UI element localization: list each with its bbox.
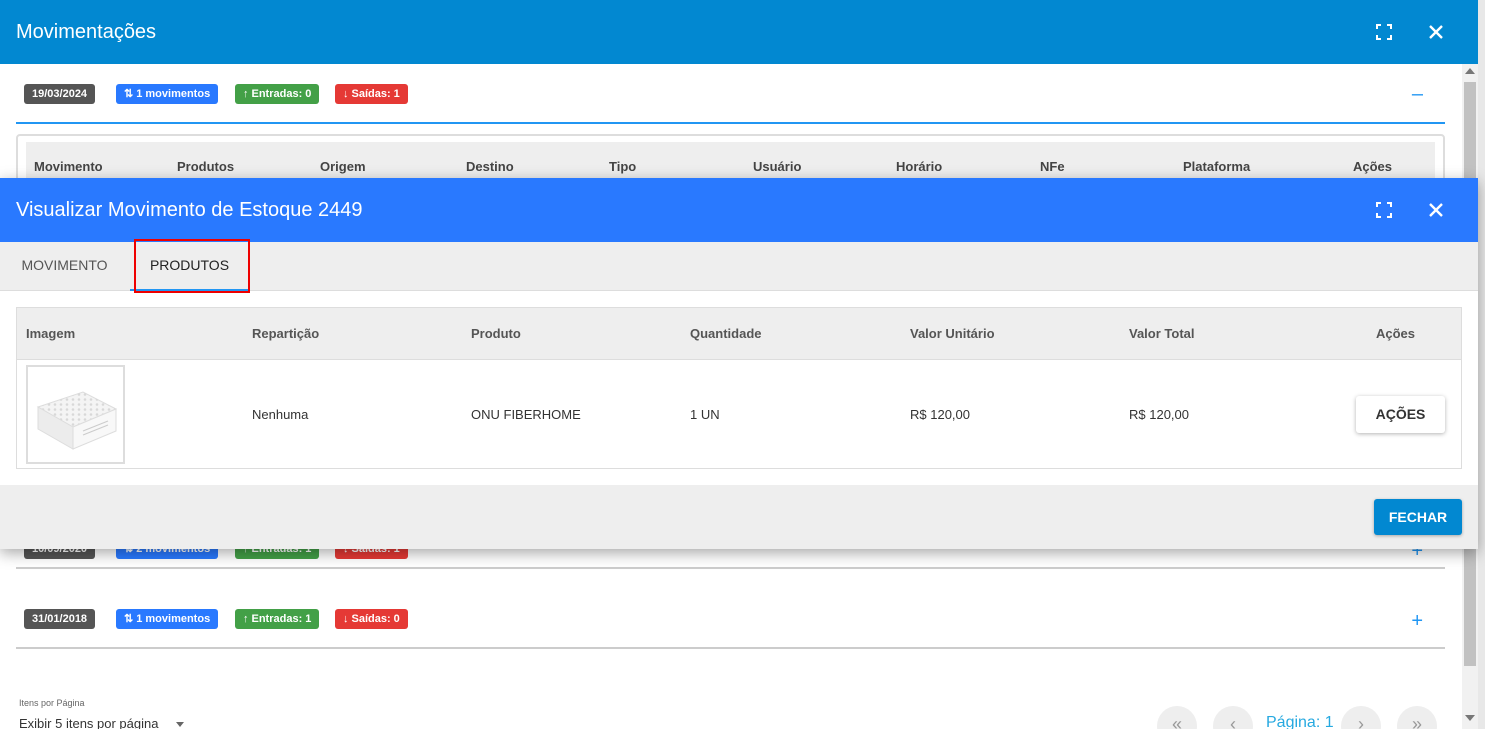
- column-header: Imagem: [26, 326, 76, 341]
- close-icon[interactable]: [1424, 20, 1448, 44]
- division-cell: Nenhuma: [252, 407, 309, 422]
- items-per-page-label: Itens por Página: [19, 698, 85, 708]
- column-header: Valor Total: [1129, 326, 1195, 341]
- last-page-button[interactable]: »: [1397, 706, 1437, 729]
- exits-badge: ↓ Saídas: 1: [335, 84, 408, 104]
- scroll-down-icon[interactable]: [1465, 715, 1475, 721]
- movements-header: Movimentações: [0, 0, 1478, 64]
- column-header: Plataforma: [1183, 159, 1251, 174]
- arrow-down-icon: ↓: [343, 613, 349, 625]
- exits-badge: ↓ Saídas: 0: [335, 609, 408, 629]
- column-header: NFe: [1040, 159, 1065, 174]
- scroll-up-icon[interactable]: [1465, 68, 1475, 74]
- fullscreen-icon[interactable]: [1372, 198, 1396, 222]
- product-cell: ONU FIBERHOME: [471, 407, 581, 422]
- column-header: Produto: [471, 326, 521, 341]
- column-header: Tipo: [609, 159, 637, 174]
- tab-produtos[interactable]: PRODUTOS: [130, 242, 249, 291]
- page-indicator: Página: 1: [1266, 714, 1334, 729]
- close-button[interactable]: FECHAR: [1374, 499, 1462, 535]
- column-header: Repartição: [252, 326, 320, 341]
- column-header: Valor Unitário: [910, 326, 995, 341]
- product-image: [26, 365, 125, 464]
- dialog-header: Visualizar Movimento de Estoque 2449: [0, 178, 1478, 242]
- date-badge: 19/03/2024: [24, 84, 96, 104]
- column-header: Ações: [1376, 326, 1416, 341]
- items-per-page-select[interactable]: Exibir 5 itens por página: [19, 716, 185, 729]
- column-header: Quantidade: [690, 326, 762, 341]
- next-page-button[interactable]: ›: [1341, 706, 1381, 729]
- first-page-button[interactable]: «: [1157, 706, 1197, 729]
- products-table: Imagem Repartição Produto Quantidade Val…: [16, 307, 1462, 469]
- quantity-cell: 1 UN: [690, 407, 720, 422]
- fullscreen-icon[interactable]: [1372, 20, 1396, 44]
- day-row[interactable]: 31/01/2018 ⇅ 1 movimentos ↑ Entradas: 1 ↓ S…: [16, 609, 1445, 649]
- dialog-footer: FECHAR: [0, 485, 1478, 549]
- movements-badge: ⇅ 1 movimentos: [116, 609, 219, 629]
- movements-title: Movimentações: [16, 21, 157, 43]
- actions-button[interactable]: AÇÕES: [1356, 396, 1445, 433]
- arrow-down-icon: ↓: [343, 88, 349, 100]
- dialog-title: Visualizar Movimento de Estoque 2449: [16, 199, 363, 221]
- date-badge: 31/01/2018: [24, 609, 96, 629]
- arrow-up-icon: ↑: [243, 613, 249, 625]
- tab-bar: MOVIMENTO PRODUTOS: [0, 242, 1478, 291]
- swap-vertical-icon: ⇅: [124, 613, 134, 625]
- unit-value-cell: R$ 120,00: [910, 407, 970, 422]
- total-value-cell: R$ 120,00: [1129, 407, 1189, 422]
- collapse-toggle[interactable]: –: [1412, 84, 1423, 104]
- column-header: Horário: [896, 159, 943, 174]
- table-header: Imagem Repartição Produto Quantidade Val…: [17, 308, 1461, 360]
- close-icon[interactable]: [1424, 198, 1448, 222]
- column-header: Ações: [1353, 159, 1393, 174]
- column-header: Origem: [320, 159, 366, 174]
- column-header: Destino: [466, 159, 514, 174]
- column-header: Usuário: [753, 159, 802, 174]
- entries-badge: ↑ Entradas: 0: [235, 84, 320, 104]
- arrow-up-icon: ↑: [243, 88, 249, 100]
- entries-badge: ↑ Entradas: 1: [235, 609, 320, 629]
- swap-vertical-icon: ⇅: [124, 88, 134, 100]
- tab-movimento[interactable]: MOVIMENTO: [8, 242, 121, 291]
- chevron-down-icon: [176, 722, 185, 728]
- prev-page-button[interactable]: ‹: [1213, 706, 1253, 729]
- view-stock-movement-dialog: Visualizar Movimento de Estoque 2449 MOV…: [0, 178, 1478, 549]
- day-row[interactable]: 19/03/2024 ⇅ 1 movimentos ↑ Entradas: 0 ↓ S…: [16, 84, 1445, 124]
- column-header: Movimento: [34, 159, 103, 174]
- expand-toggle[interactable]: +: [1411, 611, 1423, 631]
- column-header: Produtos: [177, 159, 235, 174]
- table-header: Movimento Produtos Origem Destino Tipo U…: [26, 142, 1435, 182]
- movements-badge: ⇅ 1 movimentos: [116, 84, 219, 104]
